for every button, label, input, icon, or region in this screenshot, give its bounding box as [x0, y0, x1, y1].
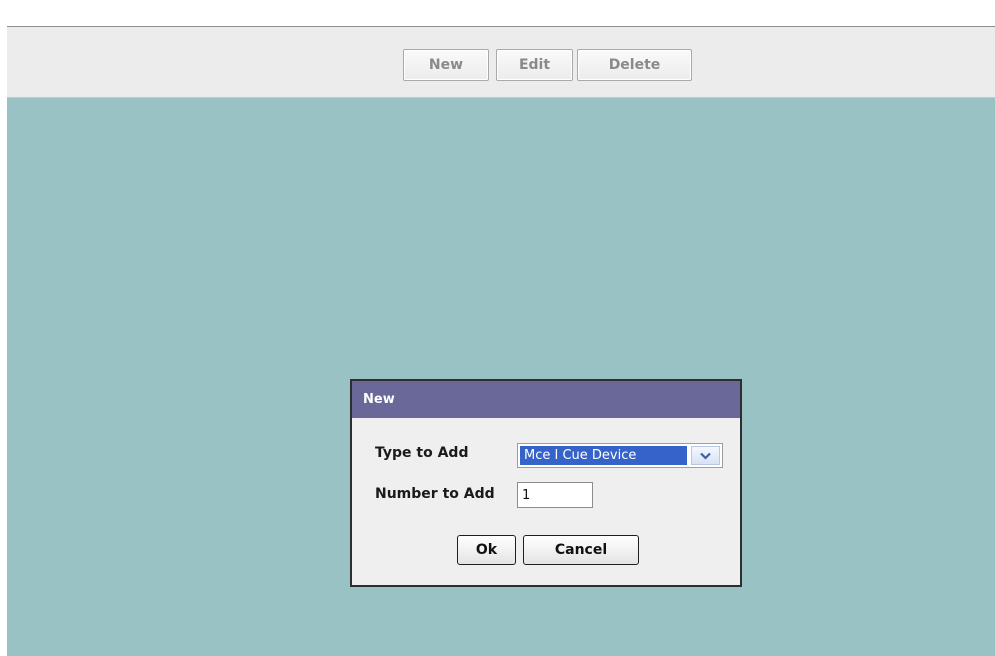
number-to-add-label: Number to Add [375, 486, 495, 502]
ok-button[interactable]: Ok [457, 535, 516, 565]
new-button[interactable]: New [403, 49, 489, 81]
dialog-title[interactable]: New [352, 381, 740, 418]
new-dialog: New Type to Add Mce I Cue Device Number … [350, 379, 742, 587]
type-to-add-selected-value[interactable]: Mce I Cue Device [520, 446, 687, 465]
number-to-add-input[interactable] [517, 482, 593, 508]
dropdown-arrow-button[interactable] [691, 446, 720, 465]
toolbar: New Edit Delete [7, 26, 995, 98]
chevron-down-icon [700, 452, 711, 460]
cancel-button[interactable]: Cancel [523, 535, 639, 565]
type-to-add-select[interactable]: Mce I Cue Device [517, 443, 723, 468]
delete-button[interactable]: Delete [577, 49, 692, 81]
type-to-add-label: Type to Add [375, 445, 469, 461]
edit-button[interactable]: Edit [496, 49, 573, 81]
